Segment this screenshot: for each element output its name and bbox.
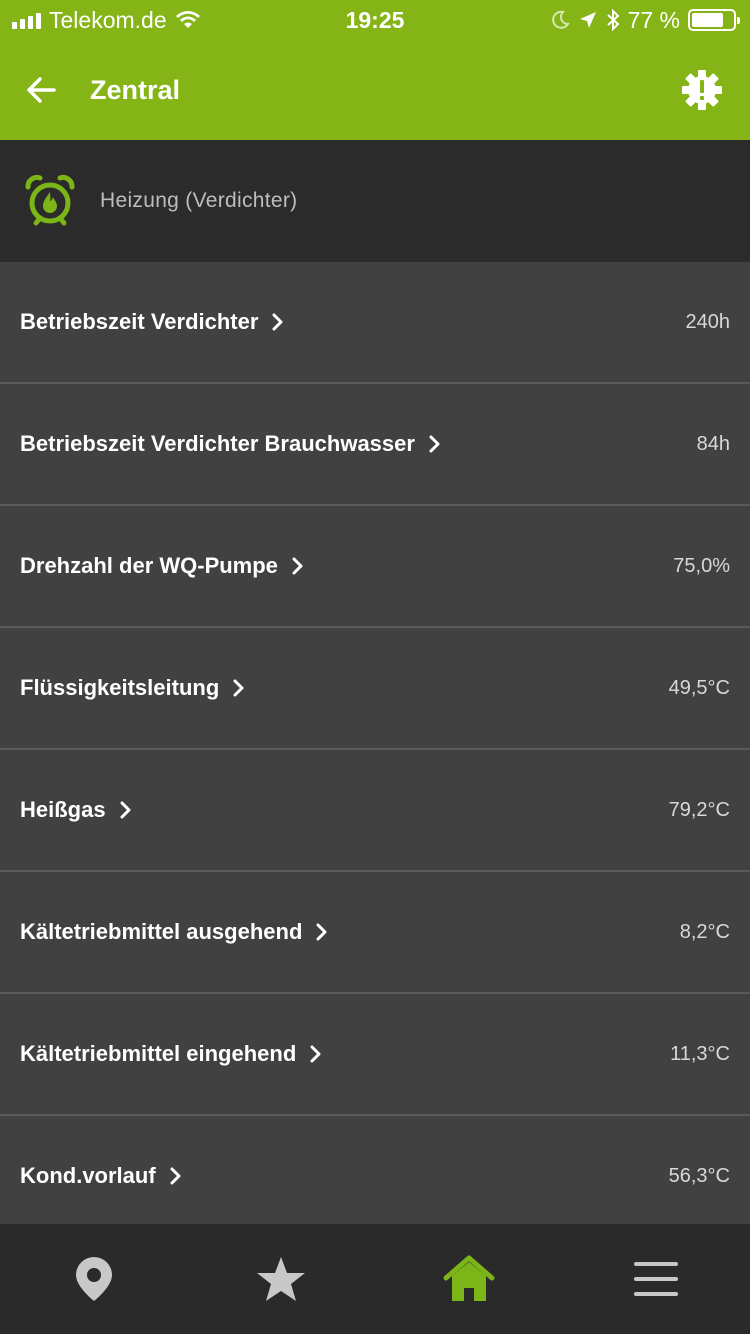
chevron-right-icon bbox=[292, 557, 304, 575]
signal-icon bbox=[12, 11, 41, 29]
gear-alert-icon bbox=[682, 70, 722, 110]
status-bar: Telekom.de 19:25 77 % bbox=[0, 0, 750, 40]
chevron-right-icon bbox=[310, 1045, 322, 1063]
chevron-right-icon bbox=[170, 1167, 182, 1185]
item-value: 75,0% bbox=[673, 554, 730, 577]
item-value: 79,2°C bbox=[668, 798, 730, 821]
list-item[interactable]: Betriebszeit Verdichter 240h bbox=[0, 262, 750, 384]
item-value: 84h bbox=[696, 432, 730, 455]
value-list: Betriebszeit Verdichter 240h Betriebszei… bbox=[0, 262, 750, 1238]
chevron-right-icon bbox=[429, 435, 441, 453]
wifi-icon bbox=[175, 11, 200, 28]
chevron-right-icon bbox=[272, 313, 284, 331]
page-title: Zentral bbox=[90, 74, 181, 105]
item-label: Betriebszeit Verdichter Brauchwasser bbox=[20, 431, 415, 456]
list-item[interactable]: Flüssigkeitsleitung 49,5°C bbox=[0, 628, 750, 750]
item-label: Heißgas bbox=[20, 797, 106, 822]
item-label: Kältetriebmittel ausgehend bbox=[20, 919, 303, 944]
chevron-right-icon bbox=[120, 801, 132, 819]
location-icon bbox=[579, 12, 596, 28]
list-item[interactable]: Drehzahl der WQ-Pumpe 75,0% bbox=[0, 506, 750, 628]
item-label: Kond.vorlauf bbox=[20, 1163, 156, 1188]
menu-icon bbox=[634, 1262, 679, 1296]
list-item[interactable]: Kond.vorlauf 56,3°C bbox=[0, 1116, 750, 1238]
bluetooth-icon bbox=[606, 9, 620, 31]
chevron-right-icon bbox=[233, 679, 245, 697]
location-pin-icon bbox=[75, 1257, 112, 1301]
nav-favorites[interactable] bbox=[221, 1224, 341, 1334]
settings-button[interactable] bbox=[678, 66, 726, 114]
nav-menu[interactable] bbox=[596, 1224, 716, 1334]
list-item[interactable]: Heißgas 79,2°C bbox=[0, 750, 750, 872]
list-item[interactable]: Betriebszeit Verdichter Brauchwasser 84h bbox=[0, 384, 750, 506]
home-icon bbox=[443, 1255, 495, 1301]
item-label: Drehzahl der WQ-Pumpe bbox=[20, 553, 278, 578]
status-right: 77 % bbox=[550, 6, 740, 34]
section-header: Heizung (Verdichter) bbox=[0, 140, 750, 262]
section-title: Heizung (Verdichter) bbox=[100, 189, 298, 212]
star-icon bbox=[257, 1257, 306, 1301]
battery-percent: 77 % bbox=[627, 6, 680, 33]
item-value: 240h bbox=[685, 310, 731, 333]
nav-locations[interactable] bbox=[34, 1224, 154, 1334]
item-label: Flüssigkeitsleitung bbox=[20, 675, 220, 700]
back-button[interactable] bbox=[0, 40, 82, 140]
item-value: 49,5°C bbox=[668, 676, 730, 699]
item-value: 56,3°C bbox=[668, 1164, 730, 1187]
app-bar: Zentral bbox=[0, 40, 750, 140]
item-value: 8,2°C bbox=[679, 920, 730, 943]
bottom-nav bbox=[0, 1224, 750, 1334]
moon-icon bbox=[551, 10, 570, 29]
item-label: Betriebszeit Verdichter bbox=[20, 309, 259, 334]
list-item[interactable]: Kältetriebmittel eingehend 11,3°C bbox=[0, 994, 750, 1116]
nav-home[interactable] bbox=[409, 1224, 529, 1334]
item-label: Kältetriebmittel eingehend bbox=[20, 1041, 297, 1066]
battery-fill bbox=[692, 13, 723, 27]
list-item[interactable]: Kältetriebmittel ausgehend 8,2°C bbox=[0, 872, 750, 994]
chevron-right-icon bbox=[316, 923, 328, 941]
item-value: 11,3°C bbox=[670, 1042, 730, 1065]
status-left: Telekom.de bbox=[12, 7, 201, 34]
arrow-left-icon bbox=[27, 77, 56, 103]
battery-icon bbox=[688, 9, 740, 31]
carrier-name: Telekom.de bbox=[49, 6, 167, 33]
alarm-flame-icon bbox=[25, 175, 75, 226]
